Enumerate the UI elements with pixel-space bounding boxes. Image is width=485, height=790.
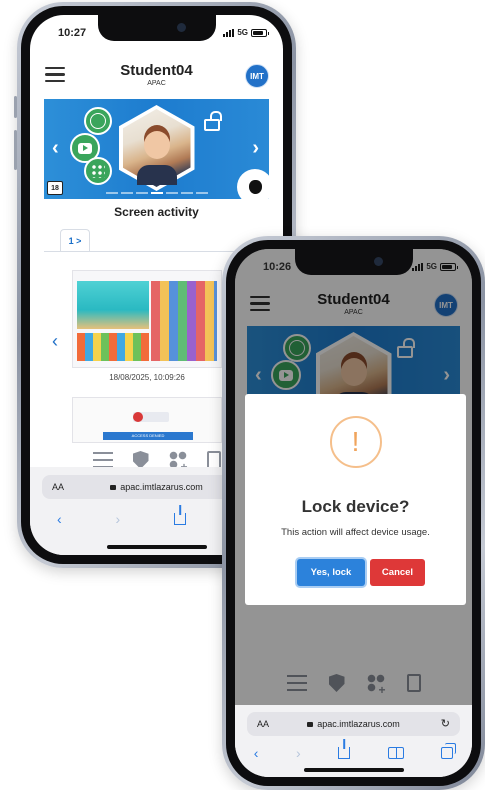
app-header: Student04 APAC IMT [30,62,283,94]
chevron-right-icon[interactable]: › [252,137,259,160]
home-indicator [106,545,207,549]
home-indicator [303,768,404,772]
student-region: APAC [147,80,166,87]
url-text: apac.imtlazarus.com [317,719,400,729]
age-badge: 18 [47,181,63,195]
apps-grid-icon [84,157,112,185]
sliders-icon[interactable] [92,452,113,468]
chevron-left-icon[interactable]: ‹ [52,137,59,160]
battery-icon [251,28,269,37]
imt-logo [133,412,169,422]
status-time: 10:27 [58,27,87,39]
status-indicators: 5G [412,262,458,271]
forward-icon[interactable]: › [116,511,121,527]
dialog-message: This action will affect device usage. [281,527,430,538]
avatar[interactable]: IMT [245,64,269,88]
lock-icon [307,722,314,727]
apple-icon [237,169,269,199]
unlock-icon[interactable] [204,111,222,131]
activity-screenshot[interactable] [72,270,222,368]
address-bar[interactable]: AA apac.imtlazarus.com ↻ [247,712,460,736]
device-banner: ‹ › 18 [44,99,269,199]
share-icon[interactable] [174,513,187,525]
activity-screenshot[interactable]: ACCESS DENIED [72,397,222,443]
access-denied-label: ACCESS DENIED [103,432,193,440]
lock-icon [110,485,117,490]
status-time: 10:26 [263,261,292,273]
network-label: 5G [237,28,248,37]
forward-icon[interactable]: › [296,745,301,761]
tabs-icon[interactable] [441,743,457,759]
cancel-button[interactable]: Cancel [370,559,425,586]
status-indicators: 5G [223,28,269,37]
section-title: Screen activity [114,205,199,219]
chevron-left-icon[interactable]: ‹ [52,331,58,352]
signal-icon [412,262,424,271]
signal-icon [223,28,235,37]
reload-icon[interactable]: ↻ [441,717,450,730]
lock-confirm-dialog: ! Lock device? This action will affect d… [245,394,466,605]
screenshot-timestamp: 18/08/2025, 10:09:26 [109,373,185,382]
warning-icon: ! [329,416,382,468]
battery-icon [440,262,458,271]
confirm-lock-button[interactable]: Yes, lock [297,559,365,586]
front-phone: 10:26 5G Student04 APAC IMT ‹ › + ! Lock… [222,236,485,790]
bookmarks-icon[interactable] [387,747,404,759]
network-label: 5G [426,262,437,271]
back-icon[interactable]: ‹ [254,745,259,761]
banner-pagination[interactable] [105,192,208,194]
back-icon[interactable]: ‹ [57,511,62,527]
safari-nav: ‹ › [235,743,472,761]
globe-icon [84,107,112,135]
url-text: apac.imtlazarus.com [120,482,203,492]
share-icon[interactable] [338,747,351,759]
tab-page-1[interactable]: 1 > [60,229,90,251]
front-phone-screen: 10:26 5G Student04 APAC IMT ‹ › + ! Lock… [235,249,472,777]
dialog-title: Lock device? [301,497,410,516]
safari-toolbar: AA apac.imtlazarus.com ↻ ‹ › [235,705,472,777]
